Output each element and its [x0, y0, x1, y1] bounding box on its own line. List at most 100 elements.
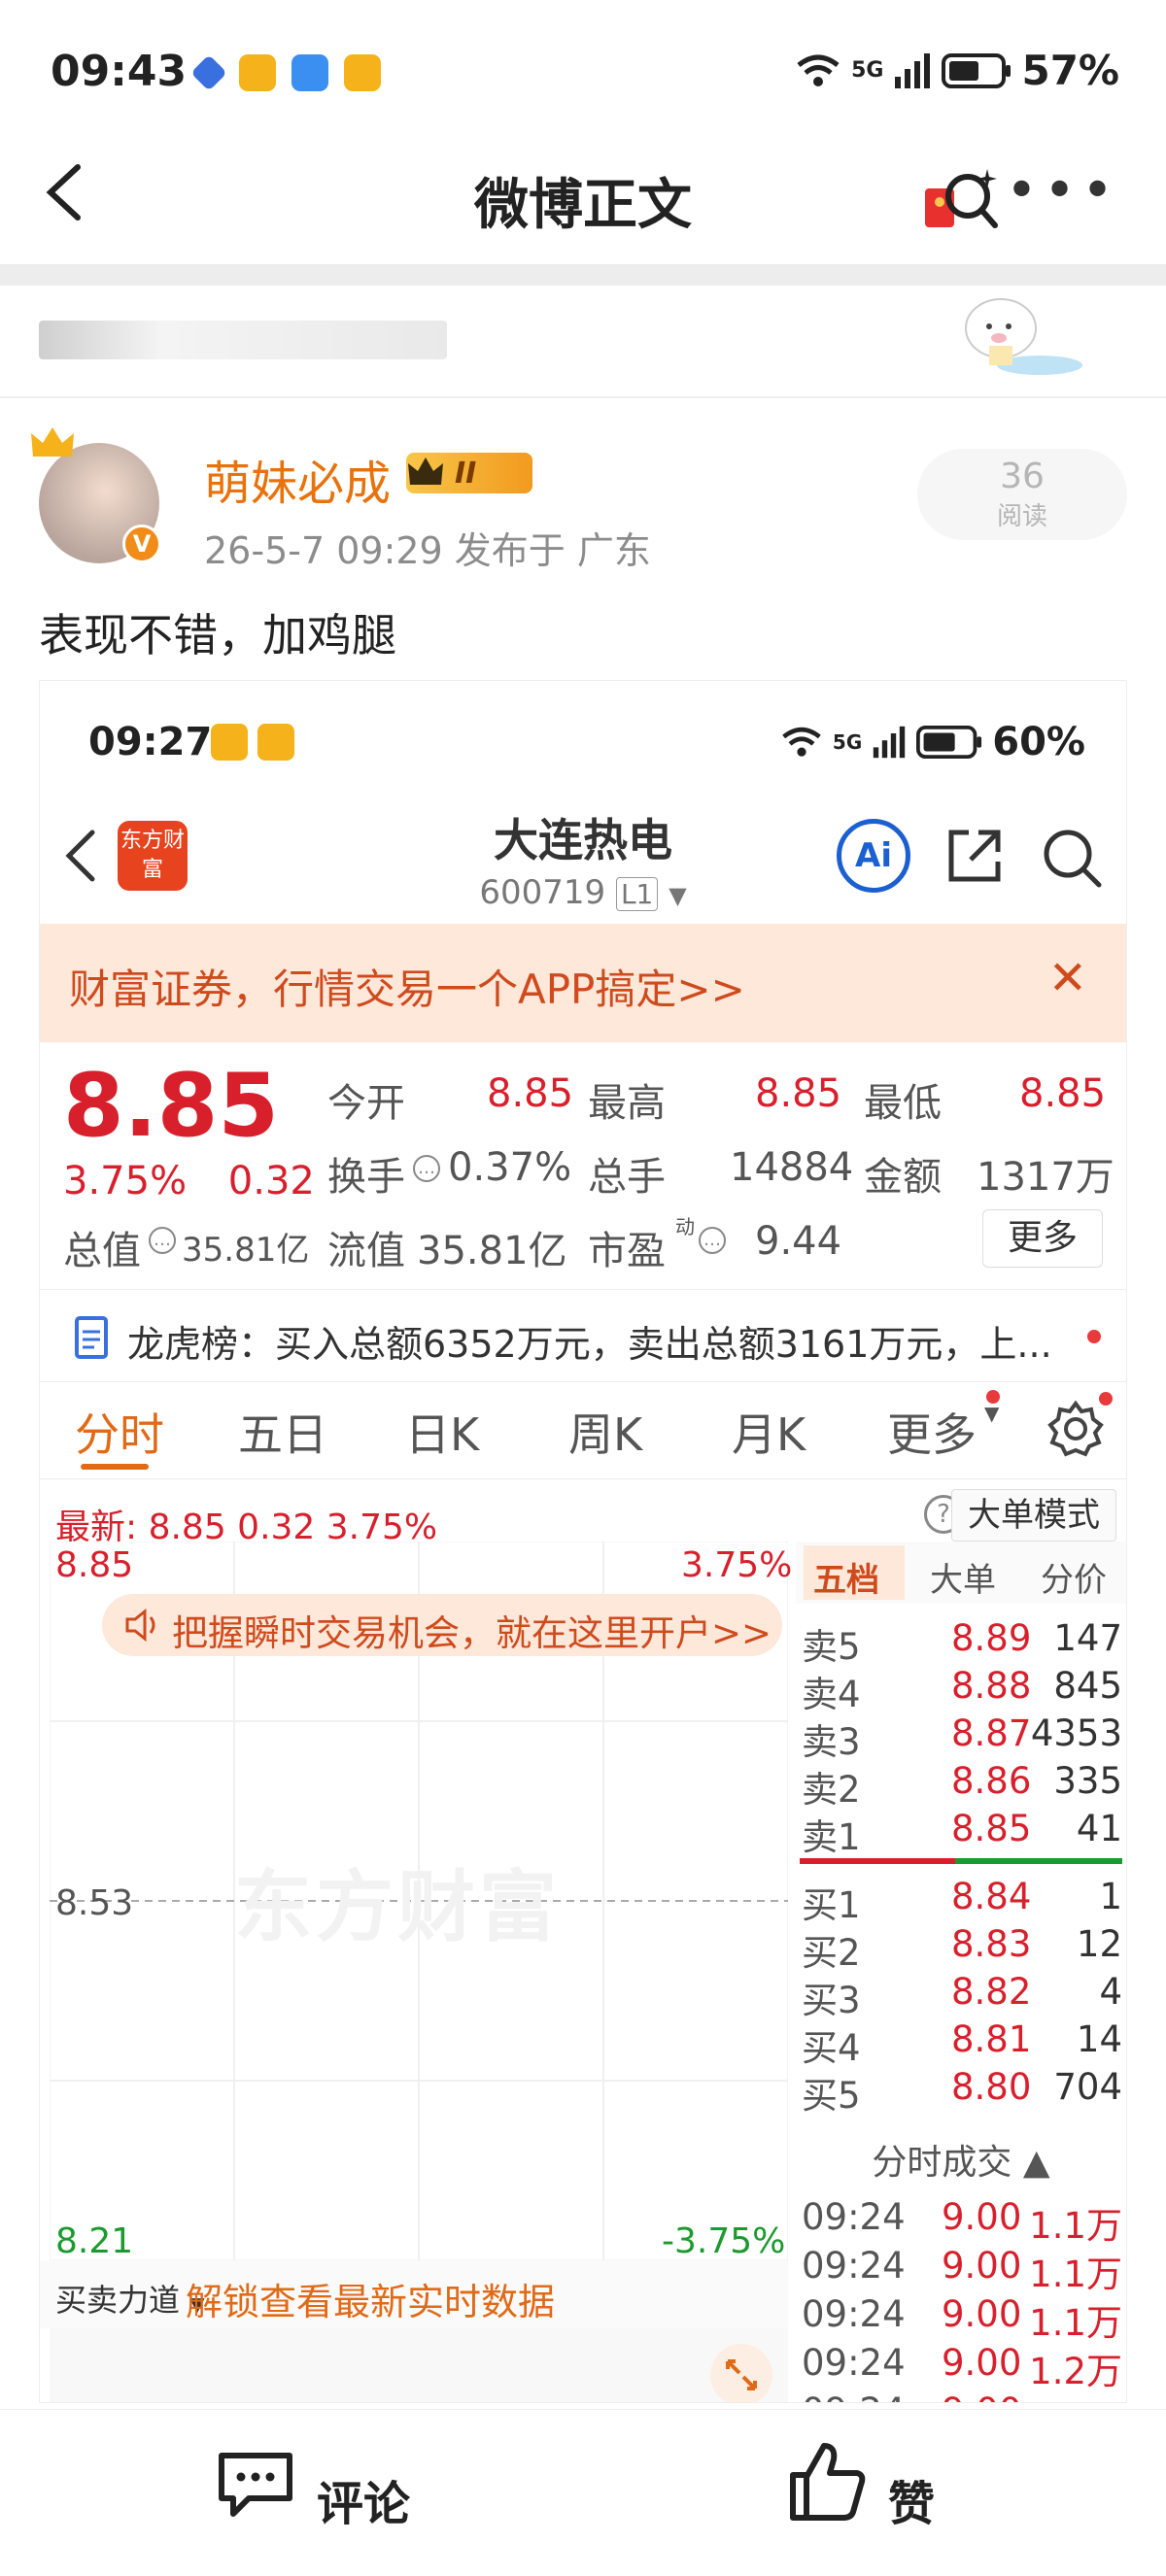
bid-row: 买1 8.84 1 [796, 1876, 1126, 1926]
tab-daily-k[interactable]: 日K [405, 1400, 479, 1464]
settings-gear-icon[interactable] [1046, 1400, 1105, 1458]
tick-price: 9.00 [942, 2390, 1021, 2402]
amount-value: 1317万 [977, 1155, 1115, 1200]
more-button[interactable]: 更多 [982, 1209, 1103, 1268]
crown-icon [29, 425, 76, 460]
high-label: 最高 [588, 1081, 666, 1126]
tick-price: 9.00 [942, 2342, 1022, 2384]
promo-banner-text[interactable]: 财富证券，行情交易一个APP搞定>> [69, 957, 745, 1016]
tick-row: 09:24 9.00 1.1万 [796, 2293, 1126, 2344]
username[interactable]: 萌妹必成 [204, 445, 391, 513]
shot-status-right: 5G 60% [780, 720, 1085, 764]
chart-promo-text[interactable]: 把握瞬时交易机会，就在这里开户>> [172, 1604, 772, 1656]
mktcap-value: 35.81亿 [182, 1231, 310, 1270]
share-icon[interactable] [943, 825, 1006, 887]
red-packet-search-icon[interactable] [923, 165, 1001, 235]
indicator-select[interactable]: 买卖力道 ▼ [55, 2276, 205, 2321]
ticks-label: 分时成交 [872, 2143, 1012, 2183]
tick-volume: 1.2万 [1029, 2351, 1122, 2392]
post-image[interactable]: 09:27 5G 60% 东方财富 大连热电 600719 L1 ▼ Ai 财富… [39, 680, 1127, 2403]
book-tab-level5[interactable]: 五档 [813, 1553, 879, 1601]
float-value: 35.81亿 [417, 1229, 567, 1273]
shot-weibo-icon [211, 724, 248, 761]
unlock-text[interactable]: 解锁查看最新实时数据 [186, 2272, 555, 2325]
bid-row: 买3 8.82 4 [796, 1971, 1126, 2021]
section-divider [0, 264, 1166, 286]
volume-label: 总手 [588, 1155, 666, 1200]
change-percent: 3.75% [63, 1159, 188, 1203]
turnover-value: 0.37% [448, 1145, 572, 1190]
unread-dot [1087, 1330, 1101, 1343]
tick-volume: 1.1万 [1029, 2254, 1122, 2295]
bid-label: 买5 [802, 2075, 861, 2117]
shot-battery-icon [916, 726, 982, 759]
chart-top-price: 8.85 [55, 1545, 134, 1585]
weibo-notification-icon [239, 54, 276, 91]
settings-dot [1099, 1392, 1113, 1406]
vip-level-badge[interactable]: II [406, 453, 532, 493]
expand-icon[interactable] [710, 2344, 772, 2402]
shot-status-time: 09:27 [88, 720, 213, 764]
tab-weekly-k[interactable]: 周K [568, 1400, 642, 1464]
crown-badge-icon [408, 458, 443, 485]
bid-qty: 14 [1076, 2018, 1122, 2060]
bid-label: 买3 [802, 1980, 861, 2021]
tick-time: 09:24 [802, 2293, 906, 2335]
tick-price: 9.00 [942, 2245, 1022, 2287]
comment-button[interactable]: 评论 [317, 2465, 410, 2533]
tick-time: 09:24 [802, 2245, 906, 2287]
tab-underline [81, 1464, 149, 1470]
info-icon[interactable]: … [149, 1227, 176, 1254]
ratio-bar-sell [800, 1858, 955, 1864]
tick-time: 09:24 [802, 2342, 906, 2384]
search-icon[interactable] [1041, 827, 1103, 889]
dragon-tiger-text[interactable]: 龙虎榜：买入总额6352万元，卖出总额3161万元，上... [127, 1314, 1052, 1368]
speaker-icon [125, 1608, 155, 1643]
tick-time: 09:24 [802, 2196, 906, 2238]
more-options-icon[interactable]: ••• [1006, 164, 1119, 219]
weibo-notification-icon-2 [344, 54, 381, 91]
tick-price: 9.00 [942, 2196, 1022, 2238]
mktcap-label: 总值 [63, 1229, 141, 1273]
caret-up-icon: ▲ [1022, 2143, 1050, 2183]
info-icon[interactable]: … [413, 1155, 440, 1182]
like-icon[interactable] [785, 2438, 869, 2525]
book-tab-price-dist[interactable]: 分价 [1041, 1553, 1107, 1601]
tab-more-dot [986, 1390, 1000, 1404]
ask-qty: 147 [1053, 1617, 1122, 1659]
ask-price: 8.86 [951, 1760, 1032, 1802]
tab-monthly-k[interactable]: 月K [732, 1400, 806, 1464]
book-tab-big-order[interactable]: 大单 [930, 1553, 996, 1601]
open-label: 今开 [327, 1081, 405, 1126]
ratio-bar-buy [955, 1858, 1122, 1864]
pe-value: 9.44 [755, 1219, 842, 1264]
shot-weibo-icon-2 [257, 724, 294, 761]
chart-bottom-pct: -3.75% [662, 2221, 786, 2261]
ticks-header[interactable]: 分时成交 ▲ [796, 2134, 1126, 2192]
ask-label: 卖5 [802, 1626, 861, 1668]
comment-icon[interactable] [214, 2442, 297, 2525]
big-order-mode-button[interactable]: 大单模式 [951, 1489, 1116, 1542]
dropdown-icon[interactable]: ▼ [669, 882, 686, 909]
wifi-icon [797, 54, 840, 86]
tab-more[interactable]: 更多 [887, 1400, 977, 1464]
tick-volume: 1.2万 [1029, 2390, 1122, 2402]
current-price: 8.85 [63, 1055, 280, 1157]
like-button[interactable]: 赞 [888, 2465, 935, 2533]
read-count: 36 [1000, 457, 1045, 496]
ask-row: 卖1 8.85 41 [796, 1808, 1126, 1858]
ask-qty: 335 [1053, 1760, 1122, 1802]
bid-qty: 12 [1076, 1923, 1122, 1965]
shot-battery: 60% [992, 720, 1085, 764]
ask-row: 卖2 8.86 335 [796, 1760, 1126, 1811]
tab-intraday[interactable]: 分时 [75, 1400, 164, 1464]
chart-bottom-price: 8.21 [55, 2221, 134, 2261]
bid-qty: 704 [1053, 2066, 1122, 2108]
ai-button[interactable]: Ai [837, 819, 910, 893]
tab-five-day[interactable]: 五日 [238, 1400, 327, 1464]
level-text: II [455, 456, 477, 491]
tick-row: 09:24 9.001.2万 [796, 2342, 1126, 2392]
bid-price: 8.80 [951, 2066, 1032, 2108]
info-icon[interactable]: … [699, 1227, 726, 1254]
close-icon[interactable]: ✕ [1048, 951, 1087, 1005]
